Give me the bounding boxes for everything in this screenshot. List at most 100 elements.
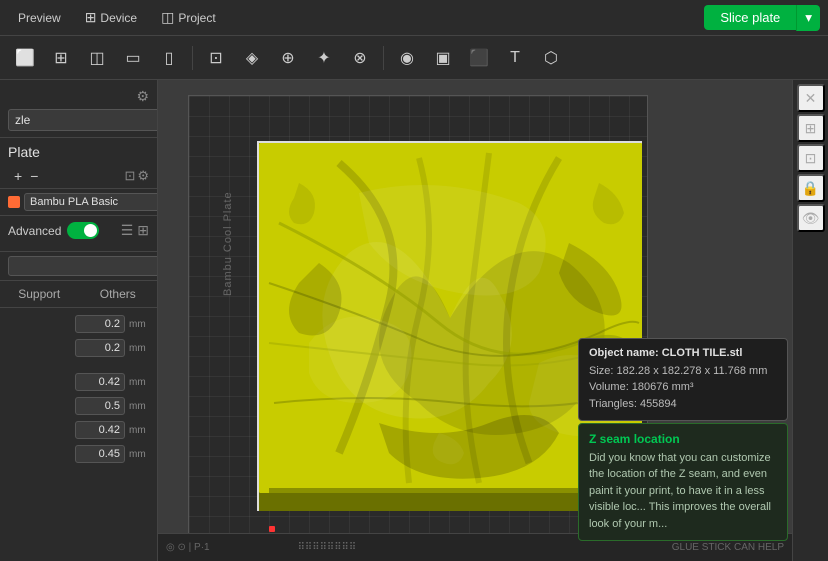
- slice-btn-group: Slice plate ▾: [704, 5, 820, 31]
- nozzle-row: ↗: [8, 109, 149, 131]
- tool-move[interactable]: ⬜: [8, 41, 42, 75]
- plate-label: Plate: [0, 138, 157, 164]
- plate-text-label: Bambu Cool Plate: [222, 191, 234, 296]
- red-indicator: [269, 526, 275, 532]
- device-icon: ⊞: [85, 9, 97, 26]
- setting-row-4: mm: [0, 394, 157, 418]
- slice-dropdown-button[interactable]: ▾: [796, 5, 820, 31]
- tool-hex[interactable]: ⬡: [534, 41, 568, 75]
- info-line-1: Size: 182.28 x 182.278 x 11.768 mm: [589, 363, 777, 380]
- project-icon: ◫: [161, 9, 174, 26]
- search-input[interactable]: [8, 256, 158, 276]
- zseam-title: Z seam location: [589, 432, 777, 446]
- viewport-right-tools: ✕ ⊞ ⊡ 🔒 👁: [792, 80, 828, 561]
- setting-value-6[interactable]: [75, 445, 125, 463]
- zseam-popup: Z seam location Did you know that you ca…: [578, 423, 788, 542]
- tool-grid[interactable]: ⊞: [44, 41, 78, 75]
- toolbar-separator-1: [192, 46, 193, 70]
- nozzle-input[interactable]: [8, 109, 158, 131]
- project-menu[interactable]: ◫ Project: [151, 5, 226, 30]
- bottom-bar-center: ⠿⠿⠿⠿⠿⠿⠿⠿: [298, 542, 357, 553]
- left-sidebar: ⚙ ↗ Plate + − ⊡ ⚙ ✎: [0, 80, 158, 561]
- setting-value-2[interactable]: [75, 339, 125, 357]
- tool-filled[interactable]: ⬛: [462, 41, 496, 75]
- vp-close-button[interactable]: ✕: [797, 84, 825, 112]
- advanced-label: Advanced: [8, 224, 61, 238]
- filament-color-swatch: [8, 196, 20, 208]
- tool-square[interactable]: ▣: [426, 41, 460, 75]
- tool-circle[interactable]: ◉: [390, 41, 424, 75]
- setting-row-3: mm: [0, 370, 157, 394]
- tool-star[interactable]: ✦: [307, 41, 341, 75]
- filament-name-input[interactable]: [24, 193, 158, 211]
- zseam-body: Did you know that you can customize the …: [589, 450, 777, 533]
- volumes-remove-button[interactable]: −: [28, 168, 40, 184]
- vol-settings-icon[interactable]: ⊡: [124, 168, 135, 184]
- preview-label: Preview: [18, 11, 61, 25]
- vp-eye-button[interactable]: 👁: [797, 204, 825, 232]
- settings-scroll[interactable]: mm mm mm mm mm: [0, 308, 157, 561]
- setting-unit-4: mm: [129, 401, 149, 412]
- tab-support[interactable]: Support: [0, 281, 79, 307]
- slice-plate-button[interactable]: Slice plate: [704, 5, 796, 30]
- setting-unit-2: mm: [129, 343, 149, 354]
- setting-value-4[interactable]: [75, 397, 125, 415]
- toolbar-separator-2: [383, 46, 384, 70]
- info-line-2: Volume: 180676 mm³: [589, 379, 777, 396]
- settings-icons: ☰ ⊞: [121, 222, 149, 239]
- setting-row-5: mm: [0, 418, 157, 442]
- setting-unit-6: mm: [129, 449, 149, 460]
- vol-icons: ⊡ ⚙: [124, 168, 149, 184]
- project-label: Project: [178, 11, 215, 25]
- top-bar: Preview ⊞ Device ◫ Project Slice plate ▾: [0, 0, 828, 36]
- tab-others[interactable]: Others: [79, 281, 158, 307]
- setting-value-3[interactable]: [75, 373, 125, 391]
- tool-target[interactable]: ⊗: [343, 41, 377, 75]
- viewport[interactable]: Bambu Cool Plate: [158, 80, 828, 561]
- setting-value-1[interactable]: [75, 315, 125, 333]
- bottom-bar-right: GLUE STICK CAN HELP: [672, 542, 784, 553]
- gear-icon[interactable]: ⚙: [136, 88, 149, 105]
- vp-settings-button[interactable]: ⊡: [797, 144, 825, 172]
- main-layout: ⚙ ↗ Plate + − ⊡ ⚙ ✎: [0, 80, 828, 561]
- tool-rect1[interactable]: ▭: [116, 41, 150, 75]
- setting-unit-1: mm: [129, 319, 149, 330]
- tool-cross[interactable]: ⊕: [271, 41, 305, 75]
- sidebar-top-section: ⚙ ↗: [0, 80, 157, 138]
- tool-split[interactable]: ◫: [80, 41, 114, 75]
- setting-row-1: mm: [0, 312, 157, 336]
- info-popup: Object name: CLOTH TILE.stl Size: 182.28…: [578, 338, 788, 422]
- vol-gear-icon[interactable]: ⚙: [137, 168, 149, 184]
- volumes-section: + − ⊡ ⚙: [0, 164, 157, 189]
- vp-layers-button[interactable]: ⊞: [797, 114, 825, 142]
- tool-text[interactable]: T: [498, 41, 532, 75]
- setting-gap-1: [0, 360, 157, 370]
- setting-unit-3: mm: [129, 377, 149, 388]
- sidebar-tabs: Support Others: [0, 281, 157, 308]
- volumes-add-button[interactable]: +: [12, 168, 24, 184]
- tool-rect2[interactable]: ▯: [152, 41, 186, 75]
- bottom-bar-text: ◎ ⊙ | P·1: [166, 542, 210, 553]
- setting-row-2: mm: [0, 336, 157, 360]
- search-row: ⊡ 🔍: [0, 252, 157, 281]
- settings-area: Advanced ☰ ⊞: [0, 216, 157, 252]
- tool-diamond[interactable]: ◈: [235, 41, 269, 75]
- volumes-header: + − ⊡ ⚙: [8, 168, 149, 184]
- info-line-3: Triangles: 455894: [589, 396, 777, 413]
- filament-row: ✎: [0, 189, 157, 216]
- setting-unit-5: mm: [129, 425, 149, 436]
- advanced-row: Advanced ☰ ⊞: [8, 222, 149, 239]
- preview-menu[interactable]: Preview: [8, 7, 71, 29]
- gear-row: ⚙: [8, 86, 149, 107]
- setting-row-6: mm: [0, 442, 157, 466]
- toolbar-row: ⬜ ⊞ ◫ ▭ ▯ ⊡ ◈ ⊕ ✦ ⊗ ◉ ▣ ⬛ T ⬡: [0, 36, 828, 80]
- settings-grid-icon[interactable]: ⊞: [137, 222, 149, 239]
- advanced-toggle[interactable]: [67, 222, 99, 239]
- vp-lock-button[interactable]: 🔒: [797, 174, 825, 202]
- info-popup-title: Object name: CLOTH TILE.stl: [589, 347, 777, 359]
- setting-value-5[interactable]: [75, 421, 125, 439]
- device-label: Device: [100, 11, 137, 25]
- tool-arrange[interactable]: ⊡: [199, 41, 233, 75]
- device-menu[interactable]: ⊞ Device: [75, 5, 147, 30]
- settings-list-icon[interactable]: ☰: [121, 222, 134, 239]
